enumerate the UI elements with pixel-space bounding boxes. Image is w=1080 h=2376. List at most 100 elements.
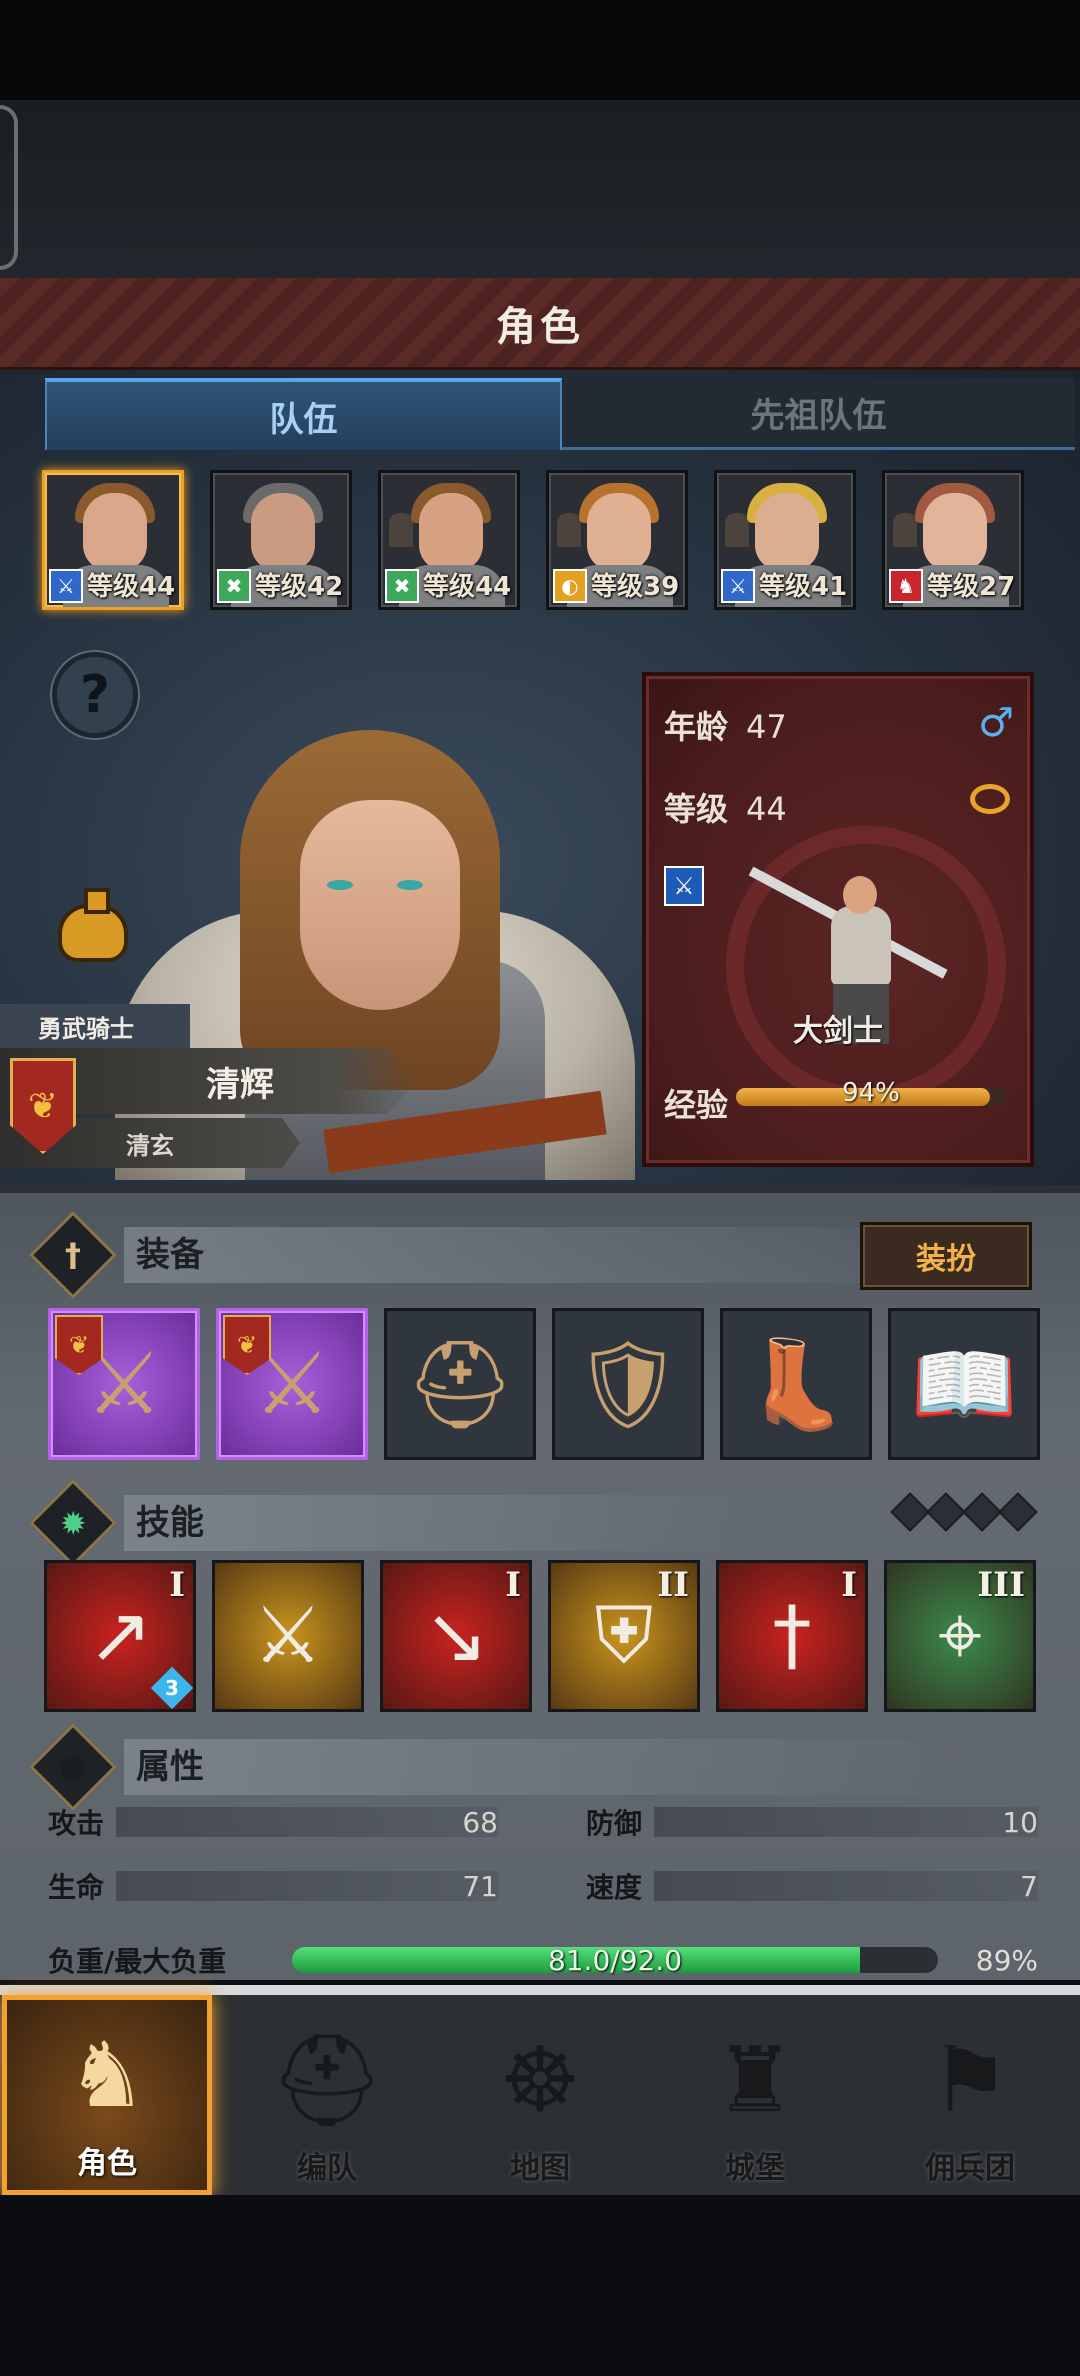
portrait-face	[587, 493, 651, 571]
speed-value: 7	[1020, 1869, 1038, 1903]
nav-mercenary[interactable]: ⚑ 佣兵团	[865, 1995, 1075, 2195]
portrait-level: 等级42	[255, 572, 344, 602]
equipment-slot-weapon-2[interactable]: ⚔ ❦	[216, 1308, 368, 1460]
skill-rank: I	[841, 1565, 857, 1605]
hero-eye	[327, 880, 353, 890]
portrait-level: 等级39	[591, 572, 680, 602]
roster-portrait[interactable]: ◐ 等级39	[546, 470, 688, 610]
skill-slot[interactable]: ⌖ III	[884, 1560, 1036, 1712]
load-label: 负重/最大负重	[48, 1945, 227, 1978]
equipment-slot-boots[interactable]: 👢	[720, 1308, 872, 1460]
portrait-face	[83, 493, 147, 571]
equipment-slot-weapon-1[interactable]: ⚔ ❦	[48, 1308, 200, 1460]
nav-label: 地图	[510, 2151, 570, 2186]
helmet-icon: ⛑	[269, 2028, 385, 2133]
equipment-slot-helmet[interactable]: ⛑	[384, 1308, 536, 1460]
sword-class-icon: ⚔	[664, 866, 704, 906]
skill-badge-count: 3	[165, 1676, 179, 1700]
skill-point-pip	[998, 1492, 1038, 1532]
speed-label: 速度	[586, 1871, 643, 1904]
stat-bar	[654, 1871, 1038, 1901]
page-title: 角色	[496, 303, 584, 350]
horse-role-icon: ♞	[889, 569, 923, 603]
skill-slot[interactable]: ⛨ II	[548, 1560, 700, 1712]
ancestor-mini-icon	[725, 513, 749, 547]
skill-point-pip	[926, 1492, 966, 1532]
ancestor-mini-icon	[389, 513, 413, 547]
skill-star-icon: ✹	[29, 1479, 117, 1567]
nav-character[interactable]: ♞ 角色	[2, 1995, 212, 2195]
defense-stat: 防御 10	[586, 1800, 1038, 1844]
bottom-navigation: ♞ 角色 ⛑ 编队 ☸ 地图 ♜ 城堡 ⚑ 佣兵团	[0, 1985, 1080, 2195]
nav-label: 角色	[77, 2146, 137, 2181]
hero-info-card: 年龄 47 ♂ 等级 44 ⚔ 大剑士 经验 94%	[642, 672, 1034, 1167]
roster-portrait[interactable]: ♞ 等级27	[882, 470, 1024, 610]
hero-face	[300, 800, 460, 1010]
sword-role-icon: ⚔	[49, 569, 83, 603]
roster-portrait[interactable]: ✖ 等级44	[378, 470, 520, 610]
knight-icon: ♞	[66, 2023, 148, 2128]
nav-castle[interactable]: ♜ 城堡	[650, 1995, 860, 2195]
hero-eye	[397, 880, 423, 890]
skill-point-pip	[890, 1492, 930, 1532]
portrait-level: 等级44	[87, 572, 176, 602]
skill-slots: ↗ I 3 ⚔ ↘ I ⛨ II † I ⌖ III	[44, 1560, 1039, 1712]
exp-label: 经验	[664, 1086, 729, 1124]
male-icon: ♂	[978, 700, 1014, 746]
nav-formation[interactable]: ⛑ 编队	[222, 1995, 432, 2195]
skill-rank: I	[505, 1565, 521, 1605]
carry-weight: 负重/最大负重 81.0/92.0 89%	[48, 1938, 1038, 1982]
target-icon: ⌖	[938, 1590, 982, 1681]
roster-portrait[interactable]: ✖ 等级42	[210, 470, 352, 610]
bow-role-icon: ✖	[217, 569, 251, 603]
bow-role-icon: ✖	[385, 569, 419, 603]
skill-slot[interactable]: ⚔	[212, 1560, 364, 1712]
equipment-slot-armor[interactable]: 🛡	[552, 1308, 704, 1460]
portrait-face	[419, 493, 483, 571]
equipment-slots: ⚔ ❦ ⚔ ❦ ⛑ 🛡 👢 📖	[48, 1308, 1040, 1462]
armor-icon: 🛡	[573, 1334, 683, 1435]
portrait-face	[923, 493, 987, 571]
castle-icon: ♜	[714, 2028, 796, 2133]
dagger-icon: †	[29, 1211, 117, 1299]
boots-icon: 👢	[742, 1334, 850, 1435]
hp-stat: 生命 71	[48, 1864, 498, 1908]
nav-map[interactable]: ☸ 地图	[435, 1995, 645, 2195]
sword-icon: †	[772, 1591, 812, 1681]
attack-value: 68	[462, 1805, 498, 1839]
stat-bar	[654, 1807, 1038, 1837]
stat-bar	[116, 1807, 498, 1837]
tab-team[interactable]: 队伍	[45, 378, 562, 450]
top-background	[0, 100, 1080, 280]
load-value: 81.0/92.0	[547, 1943, 683, 1977]
equipment-title: 装备	[124, 1227, 984, 1283]
attack-label: 攻击	[48, 1807, 105, 1840]
ancestor-mini-icon	[557, 513, 581, 547]
defense-value: 10	[1002, 1805, 1038, 1839]
stat-bar	[116, 1871, 498, 1901]
class-name: 大剑士	[793, 1014, 883, 1049]
skill-rank: I	[169, 1565, 185, 1605]
nav-label: 编队	[297, 2151, 357, 2186]
skill-points	[890, 1492, 1038, 1532]
skill-slot[interactable]: ↘ I	[380, 1560, 532, 1712]
portrait-level: 等级44	[423, 572, 512, 602]
sword-aura-icon: ⚔	[253, 1591, 323, 1681]
speed-stat: 速度 7	[586, 1864, 1038, 1908]
portrait-face	[251, 493, 315, 571]
attributes-title: 属性	[124, 1739, 984, 1795]
sword-role-icon: ⚔	[721, 569, 755, 603]
dress-up-button[interactable]: 装扮	[860, 1222, 1032, 1290]
ancestor-mini-icon	[893, 513, 917, 547]
shield-role-icon: ◐	[553, 569, 587, 603]
roster-portrait[interactable]: ⚔ 等级44	[42, 470, 184, 610]
age-row: 年龄 47	[664, 702, 787, 748]
sword-strike-icon: ↗	[87, 1591, 153, 1681]
age-label: 年龄	[664, 708, 729, 746]
equipment-slot-book[interactable]: 📖	[888, 1308, 1040, 1460]
tab-ancestor-team[interactable]: 先祖队伍	[562, 378, 1075, 450]
roster-portrait[interactable]: ⚔ 等级41	[714, 470, 856, 610]
skill-slot[interactable]: ↗ I 3	[44, 1560, 196, 1712]
ring-icon[interactable]	[970, 784, 1010, 814]
skill-slot[interactable]: † I	[716, 1560, 868, 1712]
